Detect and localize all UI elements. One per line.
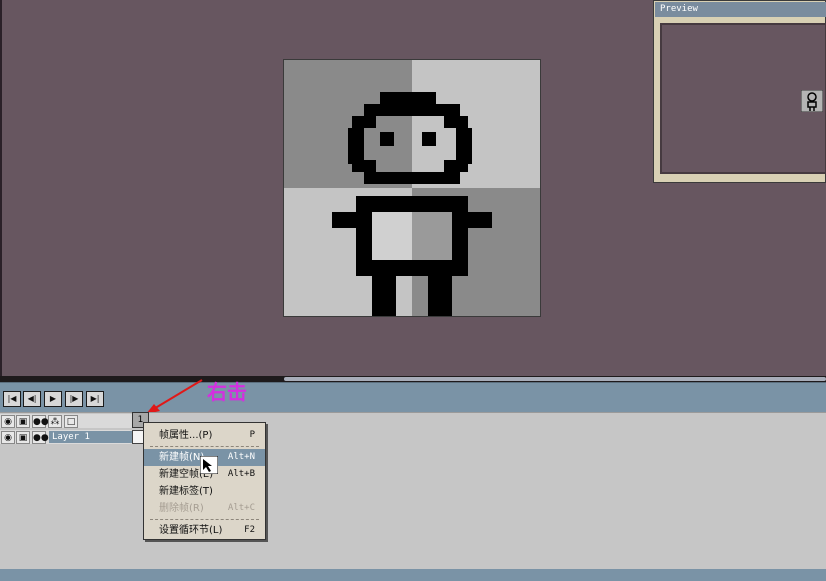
horizontal-scrollbar[interactable]	[284, 377, 826, 381]
first-frame-button[interactable]: |◀	[3, 391, 21, 407]
menu-item-shortcut: Alt+N	[227, 452, 255, 462]
sprite-canvas[interactable]	[283, 59, 541, 317]
checker-tile	[284, 60, 412, 188]
prev-frame-button[interactable]: ◀|	[23, 391, 41, 407]
menu-item-new-label[interactable]: 新建标签(T)	[144, 483, 265, 500]
menu-separator	[150, 519, 259, 520]
status-bar	[0, 569, 826, 581]
menu-item-shortcut: Alt+B	[227, 469, 255, 479]
onion-skin-icon[interactable]: ●●	[32, 415, 49, 428]
next-frame-button[interactable]: |▶	[65, 391, 83, 407]
frame-icon[interactable]: □	[64, 415, 78, 428]
menu-item-set-loop[interactable]: 设置循环节(L) F2	[144, 522, 265, 539]
menu-item-delete-frame: 删除帧(R) Alt+C	[144, 500, 265, 517]
layer-header: ◉ ▣ ●● ⁂ □	[0, 414, 140, 428]
body-fill	[372, 212, 412, 260]
menu-item-label: 删除帧(R)	[159, 503, 204, 514]
body-fill	[412, 212, 452, 260]
menu-item-shortcut: F2	[244, 525, 255, 535]
eye-icon[interactable]: ◉	[1, 431, 15, 444]
preview-viewport[interactable]	[660, 23, 826, 174]
play-button[interactable]: ▶	[44, 391, 62, 407]
context-menu: 帧属性...(P) P 新建帧(N) Alt+N 新建空帧(E) Alt+B 新建标签…	[143, 422, 266, 540]
menu-item-label: 设置循环节(L)	[159, 525, 223, 536]
layer-name[interactable]: Layer 1	[49, 431, 132, 443]
timeline-toolbar: |◀ ◀| ▶ |▶ ▶|	[0, 382, 826, 412]
preview-panel: Preview	[653, 0, 826, 183]
link-icon[interactable]: ⁂	[48, 415, 62, 428]
annotation-arrow	[146, 379, 203, 414]
menu-item-label: 新建帧(N)	[159, 452, 205, 463]
lock-icon[interactable]: ▣	[16, 415, 30, 428]
mouse-cursor-icon	[200, 456, 218, 474]
menu-item-shortcut: Alt+C	[227, 503, 255, 513]
lock-icon[interactable]: ▣	[16, 431, 30, 444]
preview-thumbnail	[801, 90, 823, 112]
menu-item-label: 帧属性...(P)	[159, 430, 213, 441]
annotation-label: 右击	[207, 380, 247, 404]
menu-item-shortcut: P	[249, 430, 255, 440]
eye-icon[interactable]: ◉	[1, 415, 15, 428]
checker-tile	[412, 60, 540, 188]
menu-item-label: 新建标签(T)	[159, 486, 213, 497]
onion-skin-icon[interactable]: ●●	[32, 431, 49, 444]
preview-title: Preview	[655, 2, 826, 17]
menu-separator	[150, 446, 259, 447]
menu-item-frame-properties[interactable]: 帧属性...(P) P	[144, 427, 265, 444]
last-frame-button[interactable]: ▶|	[86, 391, 104, 407]
